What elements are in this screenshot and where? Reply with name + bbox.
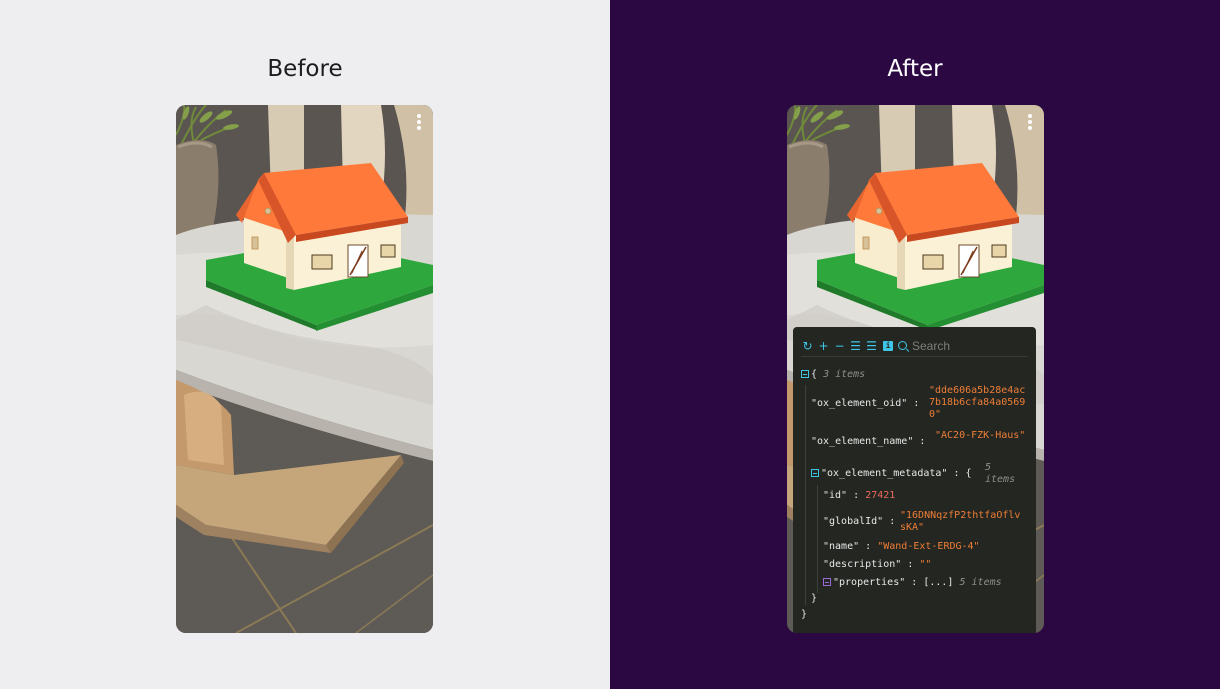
json-value-name[interactable]: "AC20-FZK-Haus" [935, 430, 1027, 442]
search-input[interactable] [912, 338, 992, 353]
json-row-globalid: "globalId" : [823, 516, 896, 527]
expand-toggle[interactable] [823, 578, 831, 586]
json-row-properties: "properties" : [...] 5 items [823, 577, 1002, 589]
collapse-icon[interactable]: − [833, 339, 846, 353]
json-count-metadata: 5 items [985, 462, 1016, 485]
before-title: Before [267, 56, 343, 82]
json-close-root: } [801, 609, 808, 620]
indent-decrease-icon[interactable]: ☰ [849, 339, 862, 353]
json-viewer: ↻ + − ☰ ☰ i { 3 items "o [793, 327, 1036, 633]
refresh-icon[interactable]: ↻ [801, 339, 814, 353]
json-root-row: { 3 items [801, 369, 865, 381]
info-icon[interactable]: i [883, 340, 893, 351]
more-vert-icon[interactable] [1026, 112, 1034, 134]
json-value-oid[interactable]: "dde606a5b28e4ac7b18b6cfa84a05690" [929, 385, 1029, 421]
json-row-oid: "ox_element_oid" : [811, 398, 920, 409]
json-value-globalid[interactable]: "16DNNqzfP2thtfaOflvsKA" [900, 510, 1026, 534]
after-phone-screen: ↻ + − ☰ ☰ i { 3 items "o [787, 105, 1044, 633]
more-vert-icon[interactable] [415, 112, 423, 134]
after-title: After [887, 56, 943, 82]
before-panel: Before [0, 0, 610, 689]
ar-camera-view[interactable] [176, 105, 433, 633]
json-row-name: "ox_element_name" : [811, 436, 926, 447]
tree-guide [817, 485, 818, 593]
comparison-page: Before After ↻ + − ☰ ☰ i Search {3 item… [0, 0, 1220, 689]
indent-increase-icon[interactable]: ☰ [865, 339, 878, 353]
after-panel: After ↻ + − ☰ ☰ i Search {3 items "ox_e… [610, 0, 1220, 689]
tree-guide [805, 385, 806, 605]
json-row-id: "id" : 27421 [823, 490, 896, 501]
json-viewer-toolbar: ↻ + − ☰ ☰ i [801, 335, 1028, 357]
expand-icon[interactable]: + [817, 339, 830, 353]
json-row-elname: "name" : "Wand-Ext-ERDG-4" [823, 541, 980, 552]
json-close-metadata: } [811, 593, 818, 604]
search-icon[interactable] [898, 341, 907, 350]
json-row-description: "description" : "" [823, 559, 932, 570]
json-row-metadata: "ox_element_metadata" : { [811, 468, 972, 480]
before-phone-screen [176, 105, 433, 633]
collapse-toggle[interactable] [811, 469, 819, 477]
collapse-toggle[interactable] [801, 370, 809, 378]
